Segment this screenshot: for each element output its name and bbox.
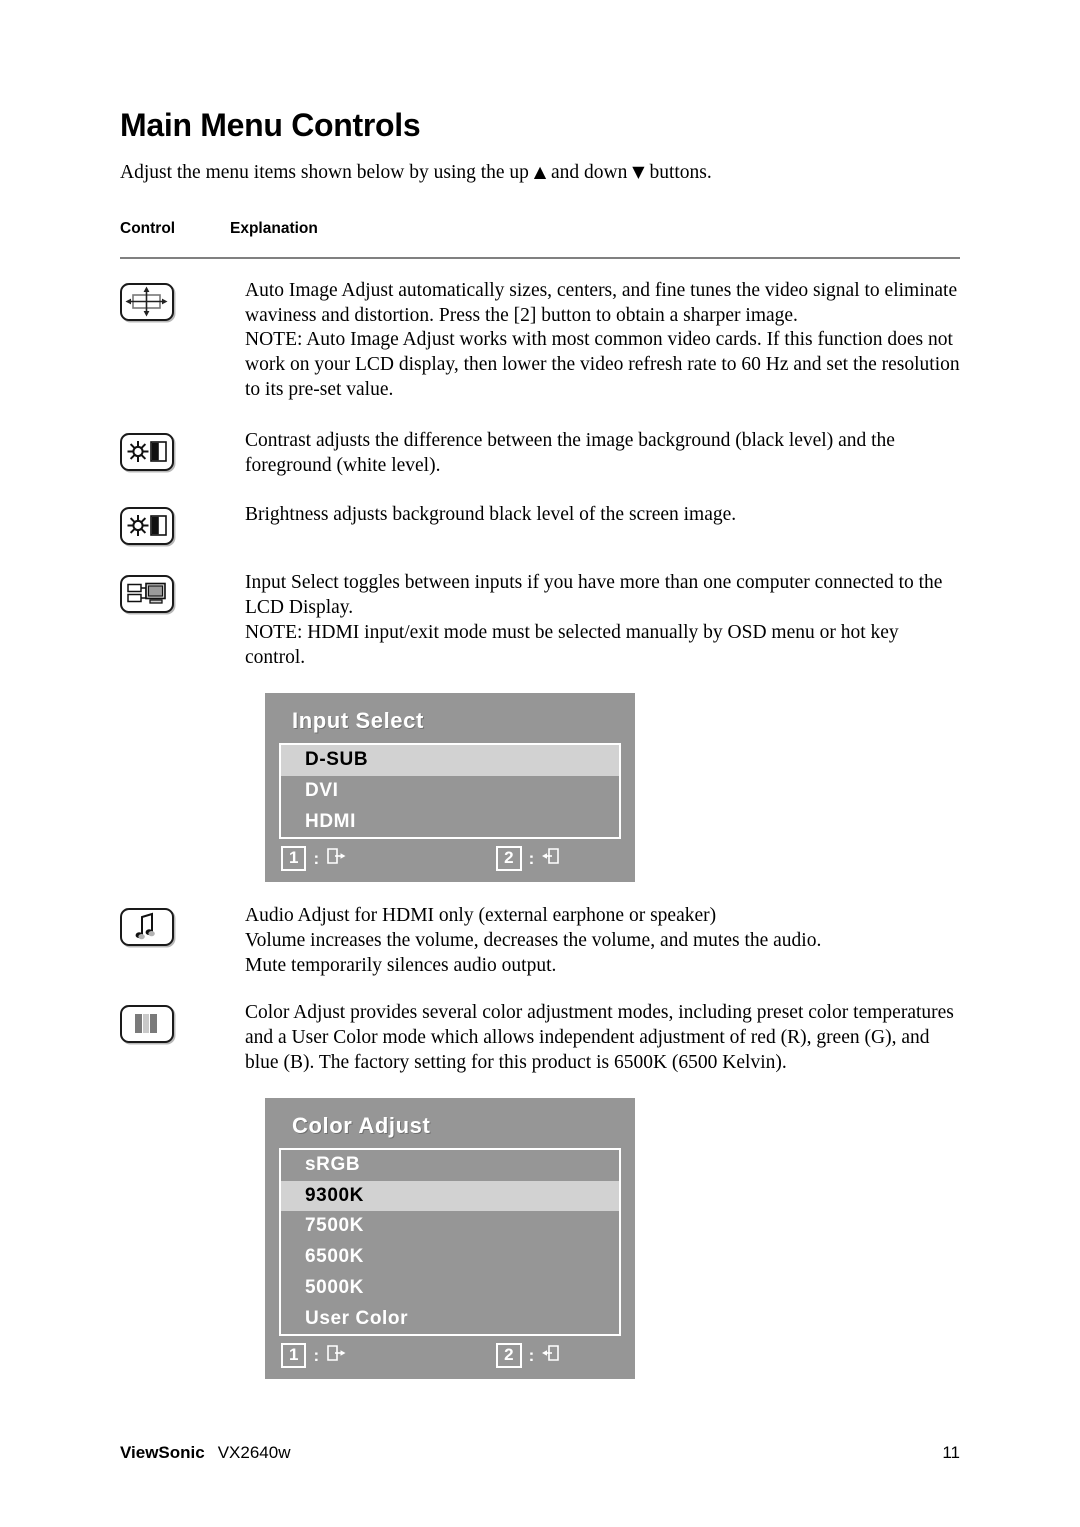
control-icon-cell xyxy=(120,571,245,614)
explanation-line: NOTE: Auto Image Adjust works with most … xyxy=(245,329,960,401)
explanation-cell: Input Select toggles between inputs if y… xyxy=(245,571,960,671)
table-row: Input Select toggles between inputs if y… xyxy=(120,545,960,671)
explanation-line: Audio Adjust for HDMI only (external ear… xyxy=(245,904,717,926)
exit-menu-icon xyxy=(326,847,346,870)
auto-image-adjust-icon xyxy=(120,282,174,321)
osd-key-hint-1: 1 : xyxy=(281,846,346,871)
osd-option-d-sub[interactable]: D-SUB xyxy=(281,745,619,776)
osd-option-9300k[interactable]: 9300K xyxy=(281,1180,619,1212)
intro-text-middle: and down xyxy=(546,162,633,184)
control-icon-cell xyxy=(120,503,245,546)
brightness-icon xyxy=(120,507,174,546)
table-row: Brightness adjusts background black leve… xyxy=(120,479,960,546)
osd-option-7500k[interactable]: 7500K xyxy=(281,1211,619,1242)
explanation-cell: Color Adjust provides several color adju… xyxy=(245,1001,960,1076)
osd-option-6500k[interactable]: 6500K xyxy=(281,1242,619,1273)
osd-option-list: sRGB 9300K 7500K 6500K 5000K User Color xyxy=(279,1147,621,1337)
page-title: Main Menu Controls xyxy=(120,107,421,143)
contrast-icon xyxy=(120,433,174,472)
color-adjust-icon xyxy=(120,1004,174,1043)
control-icon-cell xyxy=(120,279,245,321)
explanation-line: NOTE: HDMI input/exit mode must be selec… xyxy=(245,622,899,669)
explanation-cell: Auto Image Adjust automatically sizes, c… xyxy=(245,279,960,404)
table-row: Auto Image Adjust automatically sizes, c… xyxy=(120,259,960,404)
osd-option-user-color[interactable]: User Color xyxy=(281,1304,619,1335)
osd-key-hint-2: 2 : xyxy=(496,846,561,871)
input-select-icon xyxy=(120,575,174,614)
intro-paragraph: Adjust the menu items shown below by usi… xyxy=(120,143,960,185)
enter-menu-icon xyxy=(541,1344,561,1367)
osd-key-hint-2: 2 : xyxy=(496,1343,561,1369)
page-footer: ViewSonic VX2640w 11 xyxy=(120,1443,960,1463)
table-row: Audio Adjust for HDMI only (external ear… xyxy=(120,882,960,979)
document-page: Main Menu Controls Adjust the menu items… xyxy=(0,0,1080,1527)
column-header-control: Control xyxy=(120,219,176,237)
intro-text-before: Adjust the menu items shown below by usi… xyxy=(120,162,534,184)
model-name: VX2640w xyxy=(217,1443,291,1462)
osd-colon: : xyxy=(528,1345,535,1365)
brand-name: ViewSonic xyxy=(120,1443,205,1462)
osd-input-select-menu: Input Select D-SUB DVI HDMI 1 : 2 : xyxy=(265,693,635,882)
osd-title: Input Select xyxy=(292,708,424,734)
osd-colon: : xyxy=(313,848,320,868)
osd-option-srgb[interactable]: sRGB xyxy=(281,1150,619,1181)
osd-colon: : xyxy=(528,848,535,868)
control-icon-cell xyxy=(120,904,245,946)
explanation-line: Brightness adjusts background black leve… xyxy=(245,504,737,526)
explanation-line: Contrast adjusts the difference between … xyxy=(245,430,895,477)
osd-title: Color Adjust xyxy=(292,1112,431,1138)
control-icon-cell xyxy=(120,1001,245,1043)
control-icon-cell xyxy=(120,429,245,472)
osd-option-5000k[interactable]: 5000K xyxy=(281,1273,619,1304)
osd-key-2-label: 2 xyxy=(496,846,522,871)
osd-color-adjust-menu: Color Adjust sRGB 9300K 7500K 6500K 5000… xyxy=(265,1097,635,1380)
explanation-line: Mute temporarily silences audio output. xyxy=(245,954,557,976)
osd-option-hdmi[interactable]: HDMI xyxy=(281,807,619,838)
osd-colon: : xyxy=(313,1345,320,1365)
osd-key-1-label: 1 xyxy=(281,846,307,871)
column-header-explanation: Explanation xyxy=(230,219,318,237)
osd-footer: 1 : 2 : xyxy=(279,839,621,873)
page-number: 11 xyxy=(942,1443,960,1462)
audio-adjust-icon xyxy=(120,907,174,946)
up-arrow-icon: ▲ xyxy=(533,162,547,182)
table-row: Contrast adjusts the difference between … xyxy=(120,403,960,479)
explanation-cell: Brightness adjusts background black leve… xyxy=(245,503,960,528)
intro-text-after: buttons. xyxy=(644,162,712,184)
explanation-line: Volume increases the volume, decreases t… xyxy=(245,929,822,951)
down-arrow-icon: ▼ xyxy=(632,162,645,182)
explanation-cell: Audio Adjust for HDMI only (external ear… xyxy=(245,904,960,979)
osd-key-1-label: 1 xyxy=(281,1343,307,1369)
explanation-line: Color Adjust provides several color adju… xyxy=(245,1001,954,1073)
osd-key-2-label: 2 xyxy=(496,1343,522,1369)
osd-option-list: D-SUB DVI HDMI xyxy=(279,743,621,840)
osd-option-dvi[interactable]: DVI xyxy=(281,776,619,807)
exit-menu-icon xyxy=(326,1344,346,1367)
explanation-line: Auto Image Adjust automatically sizes, c… xyxy=(245,279,958,326)
explanation-cell: Contrast adjusts the difference between … xyxy=(245,429,960,479)
osd-key-hint-1: 1 : xyxy=(281,1343,346,1369)
explanation-line: Input Select toggles between inputs if y… xyxy=(245,572,943,619)
table-row: Color Adjust provides several color adju… xyxy=(120,979,960,1076)
osd-footer: 1 : 2 : xyxy=(279,1336,621,1370)
table-header: Control Explanation xyxy=(120,186,960,238)
enter-menu-icon xyxy=(541,847,561,870)
